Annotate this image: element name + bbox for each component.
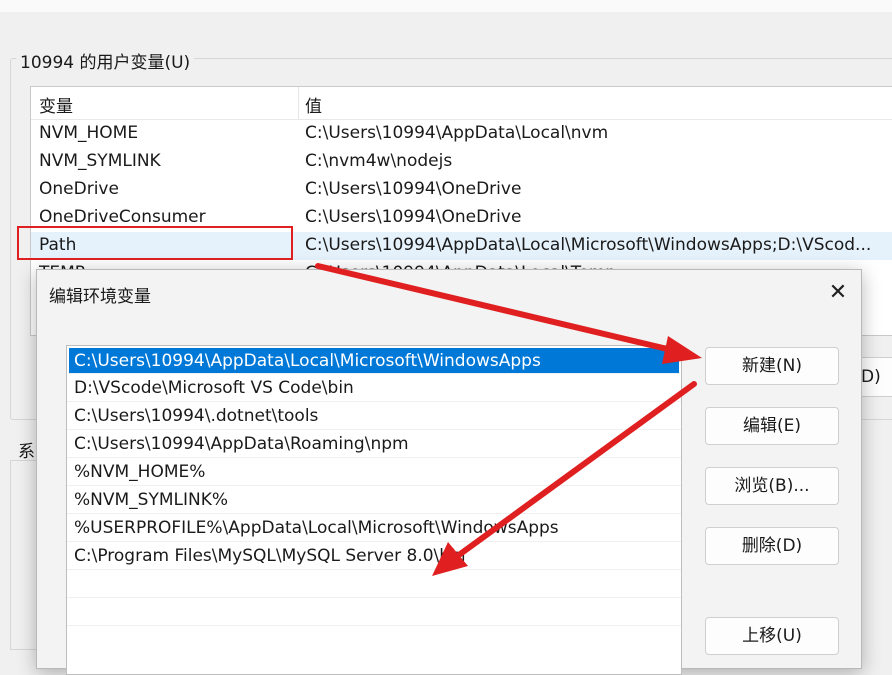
list-item[interactable]: C:\Program Files\MySQL\MySQL Server 8.0\… [67, 542, 681, 570]
table-row[interactable]: NVM_SYMLINK C:\nvm4w\nodejs [31, 148, 892, 176]
var-value: C:\Users\10994\AppData\Local\nvm [305, 123, 609, 143]
close-icon[interactable]: ✕ [823, 280, 853, 308]
list-item[interactable]: D:\VScode\Microsoft VS Code\bin [67, 374, 681, 402]
column-header-value[interactable]: 值 [305, 92, 322, 117]
var-name: OneDriveConsumer [39, 207, 206, 227]
var-value: C:\Users\10994\OneDrive [305, 207, 522, 227]
user-vars-group-title: 10994 的用户变量(U) [16, 48, 195, 73]
column-divider[interactable] [298, 87, 299, 119]
path-list[interactable]: C:\Users\10994\AppData\Local\Microsoft\W… [66, 345, 682, 675]
var-name: NVM_SYMLINK [39, 151, 161, 171]
new-button[interactable]: 新建(N) [705, 347, 839, 385]
system-vars-group-title: 系 [18, 442, 35, 462]
table-row-path[interactable]: Path C:\Users\10994\AppData\Local\Micros… [31, 232, 892, 260]
var-value: C:\nvm4w\nodejs [305, 151, 453, 171]
window-top-strip [0, 0, 892, 12]
edit-env-var-dialog: 编辑环境变量 ✕ C:\Users\10994\AppData\Local\Mi… [36, 269, 862, 675]
list-item[interactable]: %USERPROFILE%\AppData\Local\Microsoft\Wi… [67, 514, 681, 542]
list-item-selected[interactable]: C:\Users\10994\AppData\Local\Microsoft\W… [69, 348, 679, 374]
list-item[interactable]: C:\Users\10994\.dotnet\tools [67, 402, 681, 430]
dialog-title: 编辑环境变量 [49, 287, 151, 307]
var-name: Path [39, 235, 77, 255]
list-header: 变量 值 [31, 87, 892, 120]
list-item[interactable]: %NVM_SYMLINK% [67, 486, 681, 514]
list-item-empty[interactable] [67, 598, 681, 626]
list-item[interactable]: C:\Users\10994\AppData\Roaming\npm [67, 430, 681, 458]
table-row[interactable]: OneDriveConsumer C:\Users\10994\OneDrive [31, 204, 892, 232]
edit-button[interactable]: 编辑(E) [705, 407, 839, 445]
list-item-empty[interactable] [67, 570, 681, 598]
column-header-variable[interactable]: 变量 [39, 92, 73, 117]
browse-button[interactable]: 浏览(B)... [705, 467, 839, 505]
var-value: C:\Users\10994\OneDrive [305, 179, 522, 199]
var-name: NVM_HOME [39, 123, 139, 143]
move-up-button[interactable]: 上移(U) [705, 617, 839, 655]
list-item[interactable]: %NVM_HOME% [67, 458, 681, 486]
var-name: OneDrive [39, 179, 119, 199]
table-row[interactable]: NVM_HOME C:\Users\10994\AppData\Local\nv… [31, 120, 892, 148]
table-row[interactable]: OneDrive C:\Users\10994\OneDrive [31, 176, 892, 204]
var-value: C:\Users\10994\AppData\Local\Microsoft\W… [305, 235, 872, 255]
delete-button[interactable]: 删除(D) [705, 527, 839, 565]
